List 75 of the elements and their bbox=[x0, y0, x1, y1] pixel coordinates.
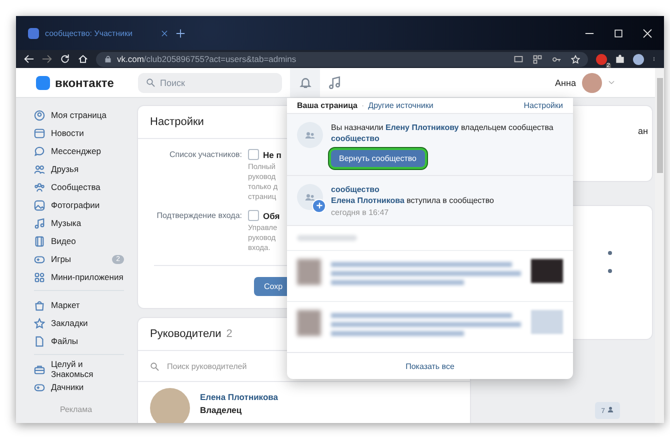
scrollbar[interactable] bbox=[655, 68, 664, 423]
sidebar-item[interactable]: Моя страница bbox=[34, 106, 124, 124]
search-icon bbox=[150, 362, 159, 370]
sidebar-item[interactable]: Мини-приложения bbox=[34, 268, 124, 286]
star-icon bbox=[34, 318, 45, 328]
gamepad-icon bbox=[34, 382, 45, 392]
back-arrow-icon[interactable] bbox=[24, 54, 34, 64]
newspaper-icon bbox=[34, 128, 45, 138]
notification-text: Елена Плотникова вступила в сообщество bbox=[331, 194, 494, 206]
user-name[interactable]: Анна bbox=[555, 78, 576, 88]
key-icon[interactable] bbox=[552, 54, 561, 64]
blurred-heading bbox=[297, 234, 357, 242]
count-label: 2 bbox=[226, 328, 232, 340]
search-icon bbox=[146, 78, 155, 87]
sidebar-item[interactable]: Закладки bbox=[34, 314, 124, 332]
monitor-icon[interactable] bbox=[514, 54, 523, 64]
image-icon bbox=[34, 200, 45, 210]
settings-link[interactable]: Настройки bbox=[524, 100, 563, 110]
timestamp: сегодня в 16:47 bbox=[331, 208, 389, 217]
field-label: Подтверждение входа: bbox=[156, 210, 242, 222]
gamepad-icon bbox=[34, 254, 45, 264]
grid-icon bbox=[34, 272, 45, 282]
plus-icon bbox=[316, 202, 322, 210]
community-link[interactable]: сообщество bbox=[331, 184, 380, 195]
sidebar-item[interactable]: Новости bbox=[34, 124, 124, 142]
sidebar-item[interactable]: Друзья bbox=[34, 160, 124, 178]
sidebar-item[interactable]: Музыка bbox=[34, 214, 124, 232]
sidebar-item[interactable]: Мессенджер bbox=[34, 142, 124, 160]
plus-icon[interactable] bbox=[176, 28, 185, 38]
sidebar-item[interactable]: Сообщества bbox=[34, 178, 124, 196]
bullet-dot bbox=[608, 269, 612, 273]
lock-icon bbox=[104, 55, 112, 63]
person-name[interactable]: Елена Плотникова bbox=[200, 392, 278, 402]
address-bar[interactable]: vk.com/club205896755?act=users&tab=admins bbox=[96, 52, 588, 66]
group-icon bbox=[34, 182, 45, 192]
notification-item[interactable]: сообщество Елена Плотникова вступила в сообщество сегодня в 16:47 bbox=[287, 176, 573, 226]
forward-arrow-icon[interactable] bbox=[42, 54, 52, 64]
sidebar-item[interactable]: Маркет bbox=[34, 296, 124, 314]
star-icon[interactable] bbox=[571, 54, 580, 64]
photo-placeholder bbox=[150, 388, 190, 423]
music-note-icon[interactable] bbox=[328, 76, 341, 89]
url-text: vk.com/club205896755?act=users&tab=admins bbox=[117, 54, 296, 64]
bell-icon bbox=[298, 76, 312, 89]
checkbox[interactable] bbox=[248, 210, 259, 221]
sidebar-item[interactable]: Файлы bbox=[34, 332, 124, 350]
chat-bubble-icon bbox=[34, 146, 45, 156]
vk-logo[interactable]: вконтакте bbox=[36, 76, 138, 90]
checkbox-label: Не п bbox=[263, 150, 282, 160]
notification-item[interactable]: Вы назначили Елену Плотникову владельцем сообщества сообщество Вернуть сообщество bbox=[287, 114, 573, 176]
card-title: Руководители bbox=[150, 328, 222, 340]
sidebar-item[interactable]: Дачники bbox=[34, 378, 124, 396]
sidebar-item[interactable]: Видео bbox=[34, 232, 124, 250]
qr-code-icon[interactable] bbox=[533, 54, 542, 64]
music-note-icon bbox=[34, 218, 45, 228]
bullet-dot bbox=[608, 251, 612, 255]
people-icon bbox=[34, 164, 45, 174]
sidebar-item[interactable]: Фотографии bbox=[34, 196, 124, 214]
reload-icon[interactable] bbox=[60, 54, 70, 64]
return-community-button[interactable]: Вернуть сообщество bbox=[331, 150, 424, 167]
file-icon bbox=[34, 336, 45, 346]
checkbox-label: Обя bbox=[263, 210, 280, 220]
menu-text: ан bbox=[638, 126, 648, 138]
notifications-button[interactable] bbox=[290, 68, 320, 97]
checkbox[interactable] bbox=[248, 149, 259, 160]
role-label: Владелец bbox=[200, 405, 243, 415]
sidebar-item[interactable]: Целуй и Знакомься bbox=[34, 360, 124, 378]
field-label: Список участников: bbox=[168, 149, 242, 161]
home-icon[interactable] bbox=[78, 54, 88, 64]
profile-avatar[interactable] bbox=[633, 54, 644, 64]
maximize-icon[interactable] bbox=[614, 28, 623, 38]
film-icon bbox=[34, 236, 45, 246]
show-all-link[interactable]: Показать все bbox=[287, 352, 573, 380]
browser-tab[interactable]: сообщество: Участники bbox=[28, 22, 168, 44]
shopping-bag-icon bbox=[34, 300, 45, 310]
briefcase-icon bbox=[34, 364, 45, 374]
